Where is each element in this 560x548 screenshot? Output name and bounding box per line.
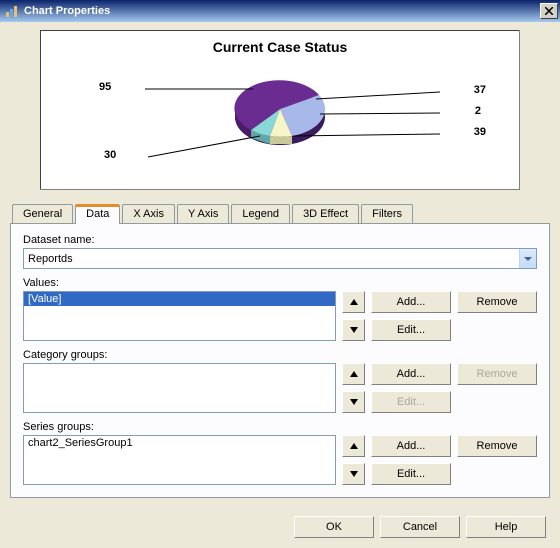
category-add-button[interactable]: Add... [371, 363, 451, 385]
list-item[interactable]: chart2_SeriesGroup1 [24, 436, 335, 450]
pie-chart [49, 59, 511, 169]
values-move-up[interactable] [342, 291, 365, 313]
close-button[interactable] [540, 3, 558, 19]
dataset-label: Dataset name: [23, 234, 537, 246]
category-listbox[interactable] [23, 363, 336, 413]
chart-preview: Current Case Status 95 [40, 30, 520, 190]
window-title: Chart Properties [24, 5, 540, 17]
series-add-button[interactable]: Add... [371, 435, 451, 457]
tab-data[interactable]: Data [75, 204, 120, 224]
titlebar: Chart Properties [0, 0, 560, 22]
values-listbox[interactable]: [Value] [23, 291, 336, 341]
values-move-down[interactable] [342, 319, 365, 341]
tab-xaxis[interactable]: X Axis [122, 204, 175, 223]
series-move-down[interactable] [342, 463, 365, 485]
values-label: Values: [23, 277, 537, 289]
series-label: Series groups: [23, 421, 537, 433]
tab-general[interactable]: General [12, 204, 73, 223]
category-edit-button[interactable]: Edit... [371, 391, 451, 413]
tab-legend[interactable]: Legend [231, 204, 290, 223]
dialog-buttons: OK Cancel Help [0, 506, 560, 548]
pie-label: 39 [474, 126, 486, 138]
pie-label: 30 [104, 149, 116, 161]
dataset-combo[interactable] [23, 248, 537, 269]
values-add-button[interactable]: Add... [371, 291, 451, 313]
chart-title: Current Case Status [49, 39, 511, 55]
category-remove-button[interactable]: Remove [457, 363, 537, 385]
help-button[interactable]: Help [466, 516, 546, 538]
pie-label: 95 [99, 81, 111, 93]
data-panel: Dataset name: Values: [Value] Add... Edi… [10, 224, 550, 498]
dataset-input[interactable] [24, 249, 519, 268]
values-remove-button[interactable]: Remove [457, 291, 537, 313]
chevron-down-icon[interactable] [519, 249, 536, 268]
values-edit-button[interactable]: Edit... [371, 319, 451, 341]
series-remove-button[interactable]: Remove [457, 435, 537, 457]
pie-label: 37 [474, 84, 486, 96]
list-item[interactable]: [Value] [24, 292, 335, 306]
tab-bar: General Data X Axis Y Axis Legend 3D Eff… [10, 204, 550, 224]
series-edit-button[interactable]: Edit... [371, 463, 451, 485]
ok-button[interactable]: OK [294, 516, 374, 538]
tab-yaxis[interactable]: Y Axis [177, 204, 229, 223]
chart-area: 95 37 2 39 30 [49, 59, 511, 169]
cancel-button[interactable]: Cancel [380, 516, 460, 538]
app-icon [4, 3, 20, 19]
tab-filters[interactable]: Filters [361, 204, 413, 223]
series-move-up[interactable] [342, 435, 365, 457]
tab-3deffect[interactable]: 3D Effect [292, 204, 359, 223]
pie-label: 2 [475, 105, 481, 117]
category-move-up[interactable] [342, 363, 365, 385]
category-move-down[interactable] [342, 391, 365, 413]
series-listbox[interactable]: chart2_SeriesGroup1 [23, 435, 336, 485]
category-label: Category groups: [23, 349, 537, 361]
